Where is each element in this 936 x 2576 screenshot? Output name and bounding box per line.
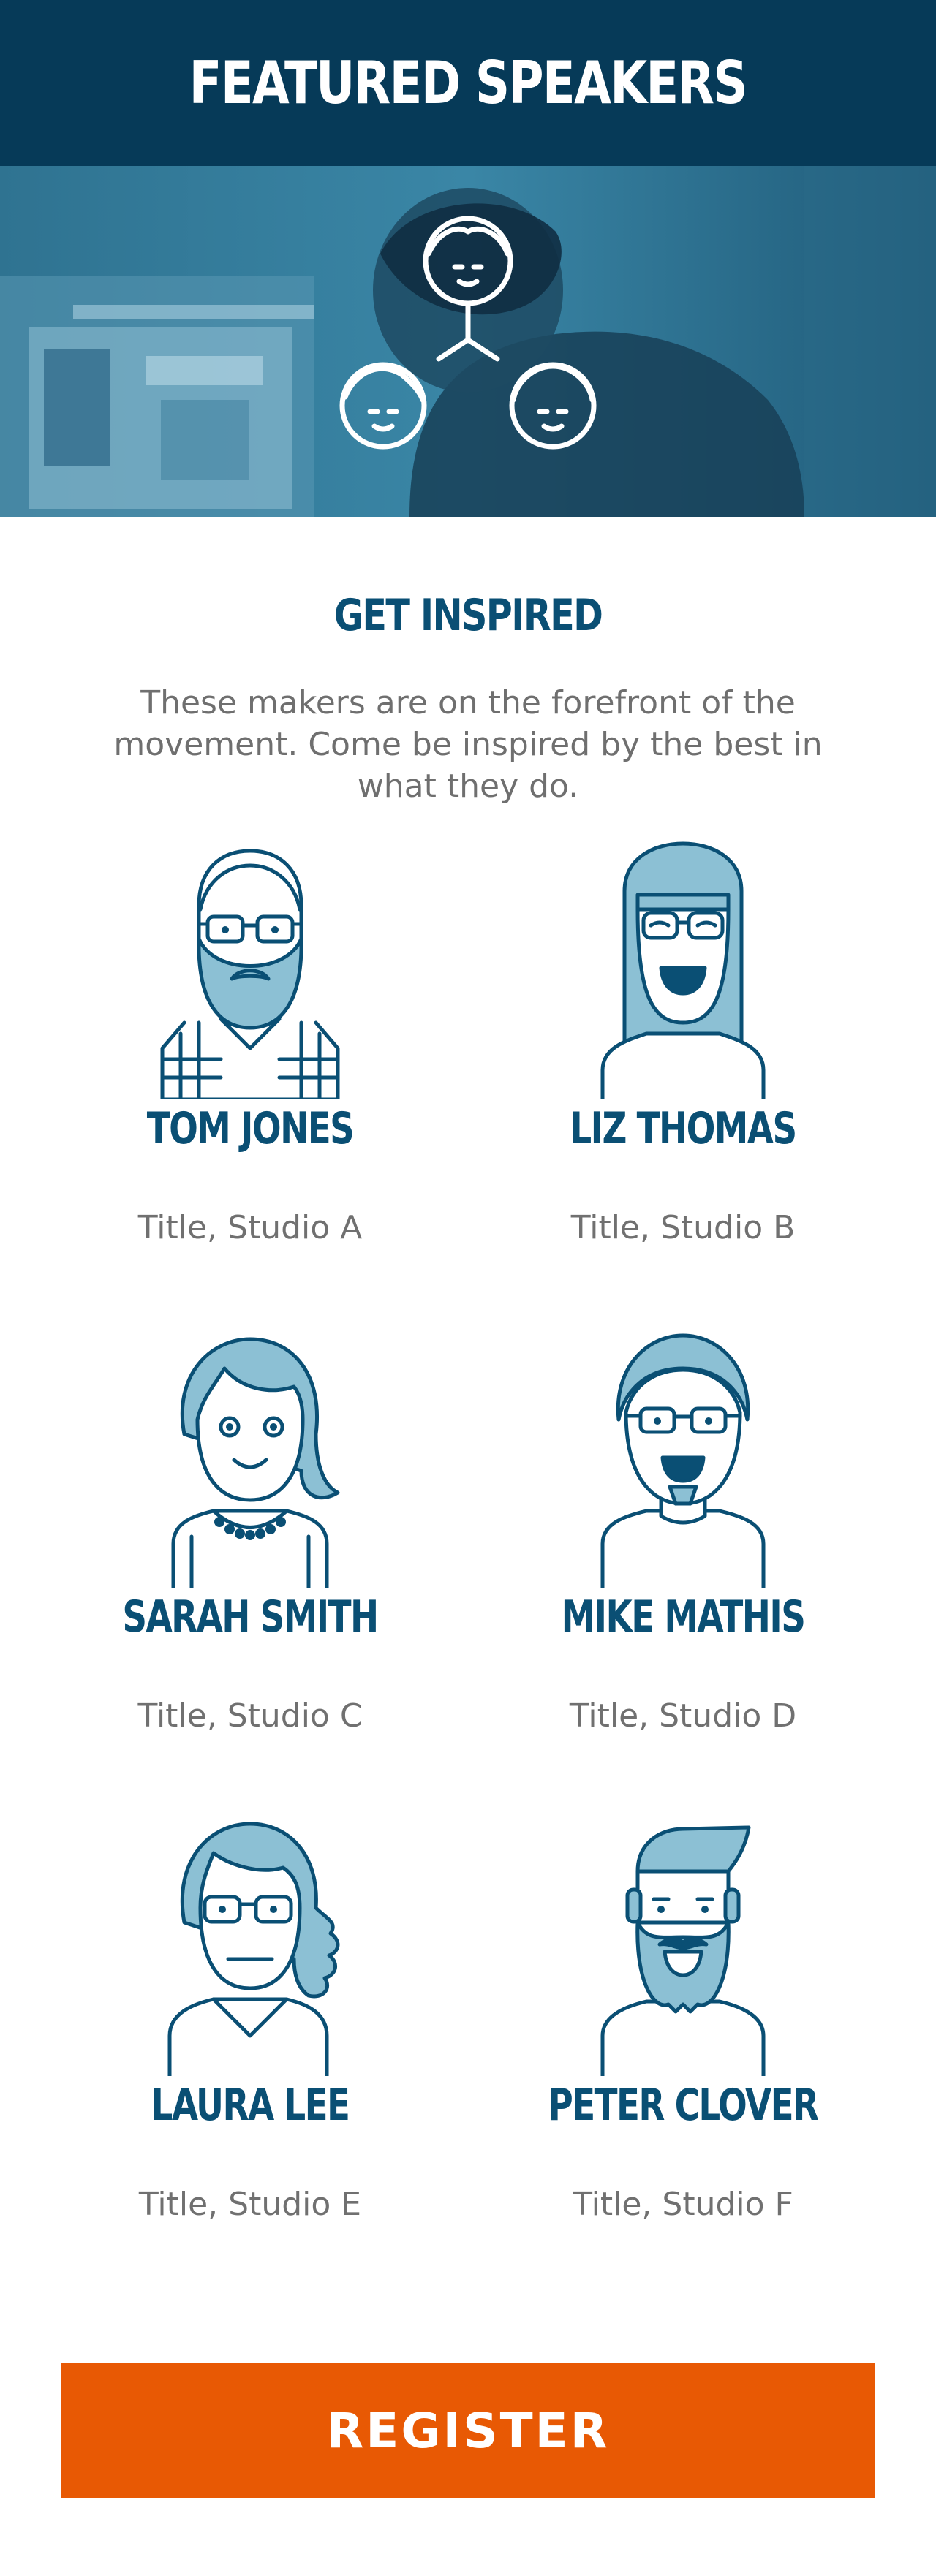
page-title: FEATURED SPEAKERS: [189, 49, 748, 117]
intro-section: GET INSPIRED These makers are on the for…: [0, 517, 936, 807]
intro-text: These makers are on the forefront of the…: [113, 684, 823, 805]
hero-banner: [0, 166, 936, 517]
bob-hair-woman-necklace-avatar: [171, 1337, 340, 1588]
wavy-hair-woman-glasses-avatar: [167, 1822, 340, 2076]
speaker-title: Title, Studio E: [138, 2186, 362, 2223]
speaker-card[interactable]: PETER CLOVER Title, Studio F: [478, 1813, 888, 2223]
team-network-icon: [339, 216, 597, 450]
speaker-name: SARAH SMITH: [122, 1591, 379, 1643]
long-hair-woman-glasses-avatar: [600, 841, 766, 1099]
speaker-card[interactable]: LAURA LEE Title, Studio E: [45, 1813, 455, 2223]
speaker-card[interactable]: SARAH SMITH Title, Studio C: [45, 1325, 455, 1735]
speaker-name: TOM JONES: [146, 1103, 355, 1154]
speaker-card[interactable]: MIKE MATHIS Title, Studio D: [478, 1325, 888, 1735]
speakers-grid: TOM JONES Title, Studio A LIZ THOMAS Tit…: [0, 836, 936, 2327]
speaker-card[interactable]: LIZ THOMAS Title, Studio B: [478, 836, 888, 1246]
speaker-name: PETER CLOVER: [548, 2080, 819, 2131]
speaker-name: LAURA LEE: [151, 2080, 350, 2131]
register-button-label: REGISTER: [326, 2402, 610, 2459]
register-button[interactable]: REGISTER: [61, 2363, 875, 2498]
man-glasses-goatee-avatar: [600, 1333, 766, 1588]
speaker-title: Title, Studio B: [570, 1209, 796, 1246]
bearded-man-glasses-avatar: [160, 849, 340, 1099]
speaker-title: Title, Studio D: [569, 1697, 797, 1735]
intro-heading: GET INSPIRED: [333, 590, 603, 641]
speaker-card[interactable]: TOM JONES Title, Studio A: [45, 836, 455, 1246]
speaker-name: MIKE MATHIS: [561, 1591, 806, 1643]
speaker-name: LIZ THOMAS: [570, 1103, 797, 1154]
speaker-title: Title, Studio F: [573, 2186, 793, 2223]
speaker-title: Title, Studio A: [137, 1209, 363, 1246]
bearded-man-quiff-avatar: [600, 1825, 766, 2076]
page-header: FEATURED SPEAKERS: [0, 0, 936, 166]
speaker-title: Title, Studio C: [137, 1697, 363, 1735]
